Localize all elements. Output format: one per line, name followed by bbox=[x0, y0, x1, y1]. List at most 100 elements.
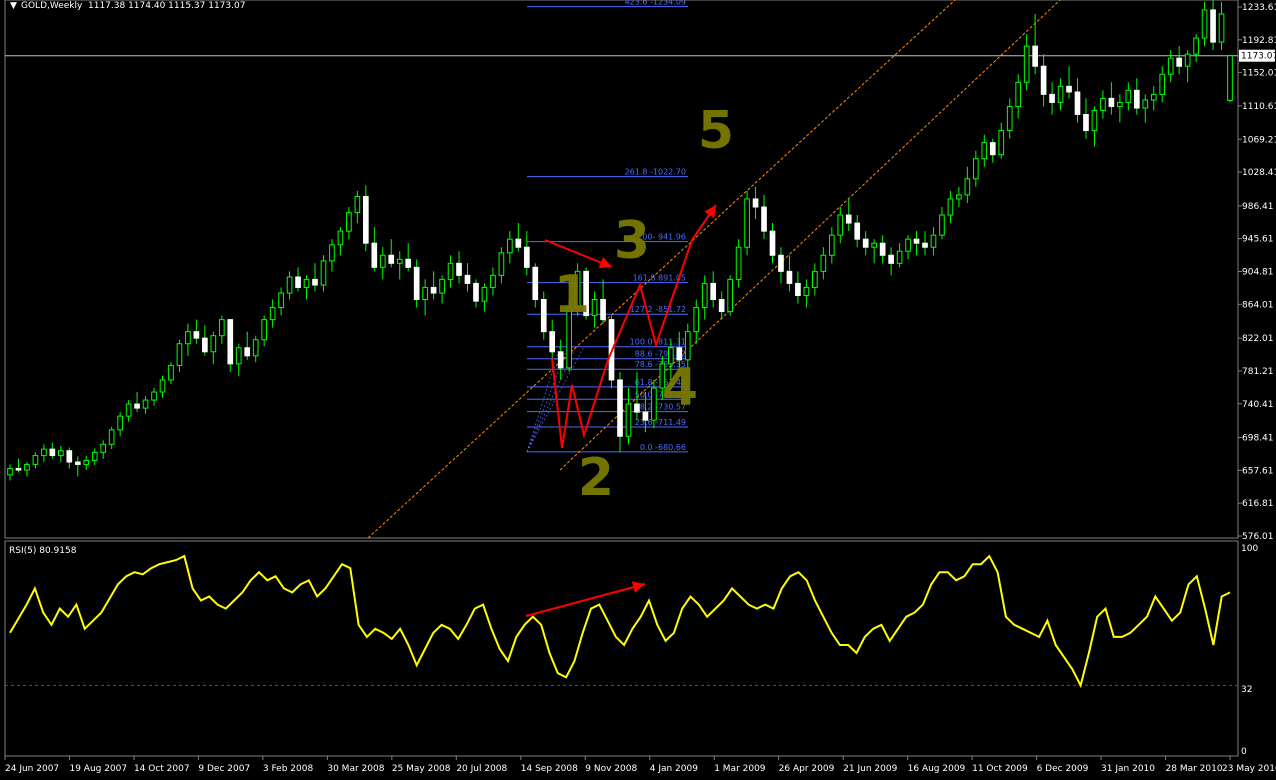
price-tick-label: 986.41 bbox=[1242, 202, 1274, 212]
candle-bear bbox=[549, 331, 556, 353]
time-tick-label: 30 Mar 2008 bbox=[327, 764, 384, 774]
candle-bear bbox=[413, 266, 420, 301]
time-tick-label: 9 Dec 2007 bbox=[198, 764, 250, 774]
time-tick-label: 9 Nov 2008 bbox=[585, 764, 637, 774]
time-tick-label: 31 Jan 2010 bbox=[1101, 764, 1155, 774]
fib-level-label: 23.6 -711.49 bbox=[635, 418, 686, 427]
fib-level-label: 261.8 -1022.70 bbox=[625, 168, 686, 177]
candle-bear bbox=[617, 379, 623, 437]
candle-bull bbox=[269, 307, 276, 321]
candle-bull bbox=[176, 343, 183, 366]
candle-bull bbox=[973, 158, 979, 180]
candle-bear bbox=[642, 411, 649, 421]
candle-bull bbox=[1150, 93, 1157, 101]
price-tick-label: 657.61 bbox=[1242, 466, 1274, 476]
candle-bear bbox=[1176, 57, 1182, 67]
candle-bull bbox=[812, 270, 818, 288]
candle-bear bbox=[778, 254, 784, 272]
candle-bull bbox=[820, 254, 827, 272]
time-tick-label: 19 Aug 2007 bbox=[69, 764, 127, 774]
candle-bull bbox=[329, 244, 335, 262]
candle-bull bbox=[447, 262, 454, 280]
current-price-label: 1173.07 bbox=[1241, 52, 1276, 62]
candle-bull bbox=[1015, 81, 1022, 107]
candle-bear bbox=[473, 282, 479, 302]
candle-bear bbox=[1108, 97, 1115, 107]
candle-bull bbox=[303, 278, 310, 288]
candle-bull bbox=[108, 429, 115, 445]
time-tick-label: 4 Jan 2009 bbox=[650, 764, 698, 774]
candle-bull bbox=[803, 286, 810, 296]
candle-bear bbox=[134, 403, 140, 409]
candle-bull bbox=[1125, 89, 1132, 103]
candle-bear bbox=[74, 461, 81, 465]
candle-bear bbox=[600, 299, 606, 321]
rsi-level-0: 0 bbox=[1241, 747, 1247, 757]
candle-bull bbox=[591, 299, 598, 317]
candle-bull bbox=[159, 379, 166, 393]
wave-label-1: 1 bbox=[554, 265, 590, 325]
candle-bear bbox=[430, 286, 437, 294]
channel-upper-line bbox=[367, 0, 956, 539]
candle-bull bbox=[481, 286, 488, 302]
candle-bull bbox=[1193, 37, 1199, 55]
candle-bull bbox=[905, 238, 911, 252]
candle-bull bbox=[1006, 105, 1013, 132]
candle-bull bbox=[32, 455, 39, 465]
candle-bull bbox=[24, 463, 30, 471]
candle-bear bbox=[862, 238, 869, 248]
candle-bull bbox=[379, 254, 386, 268]
candle-bear bbox=[1066, 85, 1072, 93]
price-tick-label: 1233.61 bbox=[1242, 3, 1276, 13]
time-tick-label: 11 Oct 2009 bbox=[972, 764, 1028, 774]
candle-bear bbox=[49, 448, 56, 457]
candle-bull bbox=[507, 238, 513, 254]
header-triangle-icon[interactable]: ▼ bbox=[10, 1, 17, 11]
candle-bull bbox=[1218, 13, 1225, 43]
candle-bull bbox=[1100, 97, 1106, 111]
candle-bull bbox=[490, 274, 496, 288]
candle-bear bbox=[557, 351, 564, 369]
candle-bear bbox=[854, 222, 861, 240]
rsi-series bbox=[5, 554, 1238, 689]
candle-bull bbox=[7, 467, 13, 476]
price-tick-label: 740.41 bbox=[1242, 400, 1274, 410]
time-tick-label: 20 Jul 2008 bbox=[456, 764, 507, 774]
wave-label-4: 4 bbox=[662, 358, 698, 418]
candle-bull bbox=[41, 448, 47, 457]
fib-level-label: 423.6 -1234.09 bbox=[625, 0, 686, 7]
price-tick-label: 945.61 bbox=[1242, 235, 1274, 245]
wave-label-3: 3 bbox=[614, 211, 650, 271]
candle-bull bbox=[947, 198, 954, 216]
price-tick-label: 904.81 bbox=[1242, 268, 1274, 278]
time-tick-label: 24 Jun 2007 bbox=[5, 764, 59, 774]
candle-bear bbox=[295, 276, 301, 288]
rsi-level-32: 32 bbox=[1241, 685, 1252, 695]
price-axis: 1233.61 1192.81 1152.01 1110.61 1069.21 1028.… bbox=[1238, 3, 1276, 542]
fib-level-label: 0.0 -680.66 bbox=[640, 443, 686, 452]
candle-bear bbox=[388, 254, 395, 264]
candle-bull bbox=[396, 258, 403, 264]
arrow-to-wave-3 bbox=[544, 239, 613, 269]
time-tick-label: 6 Dec 2009 bbox=[1037, 764, 1089, 774]
candle-bear bbox=[1074, 91, 1081, 115]
candle-bear bbox=[532, 266, 539, 301]
candle-bull bbox=[684, 331, 691, 361]
gold-weekly-chart[interactable]: 423.6 -1234.09261.8 -1022.70200- 941.961… bbox=[0, 0, 1276, 780]
candle-bear bbox=[1049, 93, 1055, 103]
candle-bear bbox=[1210, 9, 1216, 43]
price-tick-label: 864.01 bbox=[1242, 300, 1274, 310]
candle-bear bbox=[786, 270, 793, 284]
candle-bear bbox=[371, 242, 378, 268]
candle-bull bbox=[117, 415, 123, 431]
price-tick-label: 1028.41 bbox=[1242, 168, 1276, 178]
candle-bear bbox=[193, 331, 200, 339]
candle-bear bbox=[66, 450, 73, 463]
candle-bull bbox=[1227, 55, 1233, 102]
time-tick-label: 3 Feb 2008 bbox=[263, 764, 314, 774]
rsi-level-100: 100 bbox=[1241, 544, 1258, 554]
time-tick-label: 26 Apr 2009 bbox=[779, 764, 835, 774]
candle-bear bbox=[761, 206, 767, 232]
candle-bear bbox=[202, 337, 208, 353]
candle-bear bbox=[1032, 45, 1038, 67]
